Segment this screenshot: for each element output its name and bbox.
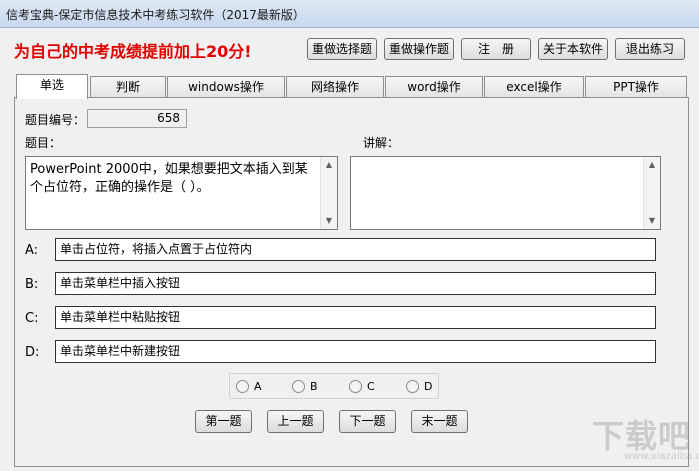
explain-textbox[interactable]: ▲ ▼ <box>350 156 661 230</box>
answer-radio-c-label: C <box>367 380 375 393</box>
tab-word[interactable]: word操作 <box>385 76 483 98</box>
option-a-text: 单击占位符，将插入点置于占位符内 <box>55 238 656 261</box>
option-b-text: 单击菜单栏中插入按钮 <box>55 272 656 295</box>
radio-circle-icon[interactable] <box>292 380 305 393</box>
explain-scrollbar[interactable]: ▲ ▼ <box>643 157 660 229</box>
question-number-field: 658 <box>87 109 187 128</box>
scroll-down-icon[interactable]: ▼ <box>644 213 660 229</box>
redo-choice-button[interactable]: 重做选择题 <box>307 38 377 60</box>
prev-question-button[interactable]: 上一题 <box>267 410 324 433</box>
answer-radio-b-label: B <box>310 380 318 393</box>
watermark-logo: 下载吧 www.xiazaiba.com <box>566 411 699 467</box>
option-d-label: D: <box>25 345 40 360</box>
tab-ppt[interactable]: PPT操作 <box>585 76 687 98</box>
title-bar: 信考宝典-保定市信息技术中考练习软件（2017最新版） <box>0 0 699 28</box>
watermark-domain: www.xiazaiba.com <box>624 451 699 462</box>
radio-circle-icon[interactable] <box>349 380 362 393</box>
option-d-text: 单击菜单栏中新建按钮 <box>55 340 656 363</box>
redo-operation-button[interactable]: 重做操作题 <box>384 38 454 60</box>
answer-radio-group: A B C D <box>229 373 439 399</box>
option-c-label: C: <box>25 311 39 326</box>
tab-single-choice[interactable]: 单选 <box>16 74 88 99</box>
window-title: 信考宝典-保定市信息技术中考练习软件（2017最新版） <box>6 8 305 22</box>
about-button[interactable]: 关于本软件 <box>538 38 608 60</box>
option-a-label: A: <box>25 243 39 258</box>
tab-bar: 单选 判断 windows操作 网络操作 word操作 excel操作 PPT操… <box>14 74 689 99</box>
scroll-up-icon[interactable]: ▲ <box>321 157 337 173</box>
radio-circle-icon[interactable] <box>406 380 419 393</box>
tab-network[interactable]: 网络操作 <box>286 76 384 98</box>
radio-circle-icon[interactable] <box>236 380 249 393</box>
main-window: 为自己的中考成绩提前加上20分! 重做选择题 重做操作题 注 册 关于本软件 退… <box>0 28 699 471</box>
tab-excel[interactable]: excel操作 <box>484 76 584 98</box>
slogan-text: 为自己的中考成绩提前加上20分! <box>14 42 252 61</box>
tab-windows[interactable]: windows操作 <box>167 76 285 98</box>
question-title-label: 题目： <box>25 136 62 150</box>
last-question-button[interactable]: 末一题 <box>411 410 468 433</box>
exit-button[interactable]: 退出练习 <box>615 38 685 60</box>
scroll-up-icon[interactable]: ▲ <box>644 157 660 173</box>
answer-radio-a-label: A <box>254 380 262 393</box>
answer-radio-d-label: D <box>424 380 433 393</box>
question-number-label: 题目编号： <box>25 113 86 127</box>
next-question-button[interactable]: 下一题 <box>339 410 396 433</box>
question-textbox[interactable]: PowerPoint 2000中，如果想要把文本插入到某个占位符，正确的操作是（… <box>25 156 338 230</box>
option-b-label: B: <box>25 277 39 292</box>
tab-judge[interactable]: 判断 <box>90 76 166 98</box>
first-question-button[interactable]: 第一题 <box>195 410 252 433</box>
explain-label: 讲解： <box>363 136 400 150</box>
register-button[interactable]: 注 册 <box>461 38 531 60</box>
option-c-text: 单击菜单栏中粘贴按钮 <box>55 306 656 329</box>
scroll-down-icon[interactable]: ▼ <box>321 213 337 229</box>
question-scrollbar[interactable]: ▲ ▼ <box>320 157 337 229</box>
question-text: PowerPoint 2000中，如果想要把文本插入到某个占位符，正确的操作是（… <box>30 162 308 195</box>
